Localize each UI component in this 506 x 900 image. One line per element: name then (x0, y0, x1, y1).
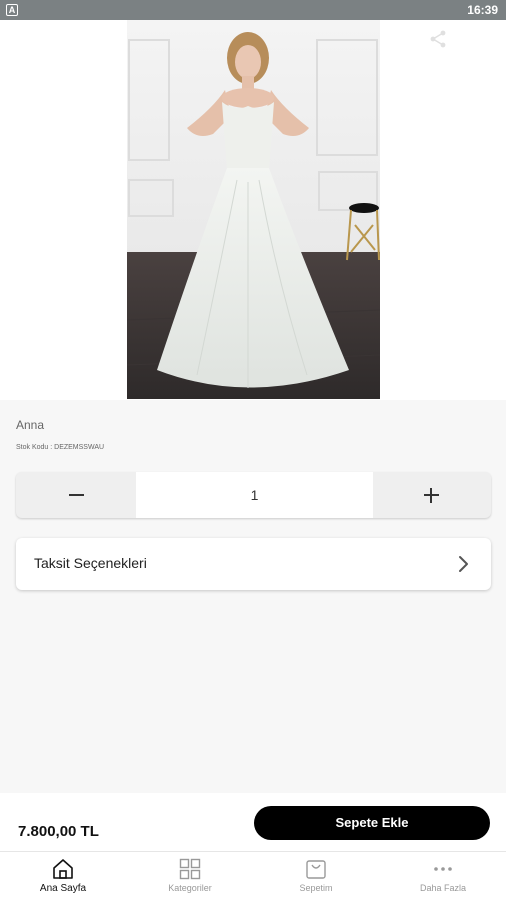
nav-item-more-label: Daha Fazla (419, 883, 467, 893)
cart-icon (306, 860, 326, 879)
grid-icon (179, 858, 201, 880)
nav-item-home-label: Ana Sayfa (39, 883, 87, 894)
minus-icon (69, 494, 84, 496)
quantity-value[interactable]: 1 (136, 472, 373, 518)
status-clock: 16:39 (467, 3, 498, 17)
quantity-decrease-button[interactable] (16, 472, 136, 518)
nav-item-categories-label: Kategoriler (168, 883, 212, 893)
nav-item-home[interactable]: Ana Sayfa (0, 852, 126, 900)
quantity-increase-button[interactable] (371, 472, 491, 518)
nav-item-more[interactable]: Daha Fazla (380, 852, 506, 900)
add-to-cart-button[interactable]: Sepete Ekle (254, 806, 490, 840)
purchase-bar: 7.800,00 TL Sepete Ekle (0, 793, 506, 851)
wedding-dress-photo (127, 20, 380, 399)
share-icon[interactable] (428, 29, 448, 49)
status-bar: A 16:39 (0, 0, 506, 20)
installment-options-label: Taksit Seçenekleri (34, 555, 147, 571)
home-icon (53, 859, 73, 879)
product-image-area (0, 20, 506, 400)
app-notification-icon: A (6, 4, 18, 16)
bottom-navigation: Ana Sayfa Kategoriler Sepetim Daha Fazla (0, 851, 506, 900)
plus-icon-vertical (430, 488, 432, 503)
chevron-right-icon (459, 556, 468, 572)
back-arrow-icon[interactable] (14, 28, 36, 50)
product-sku: Stok Kodu : DEZEMSSWAU (16, 444, 105, 451)
nav-item-categories[interactable]: Kategoriler (127, 852, 253, 900)
product-photo[interactable] (127, 20, 380, 399)
nav-item-cart[interactable]: Sepetim (253, 852, 379, 900)
more-icon (434, 867, 452, 871)
quantity-stepper: 1 (16, 472, 491, 518)
product-name: Anna (16, 418, 45, 432)
installment-options-button[interactable]: Taksit Seçenekleri (16, 538, 491, 590)
nav-item-cart-label: Sepetim (299, 883, 333, 893)
product-price: 7.800,00 TL (18, 823, 99, 840)
